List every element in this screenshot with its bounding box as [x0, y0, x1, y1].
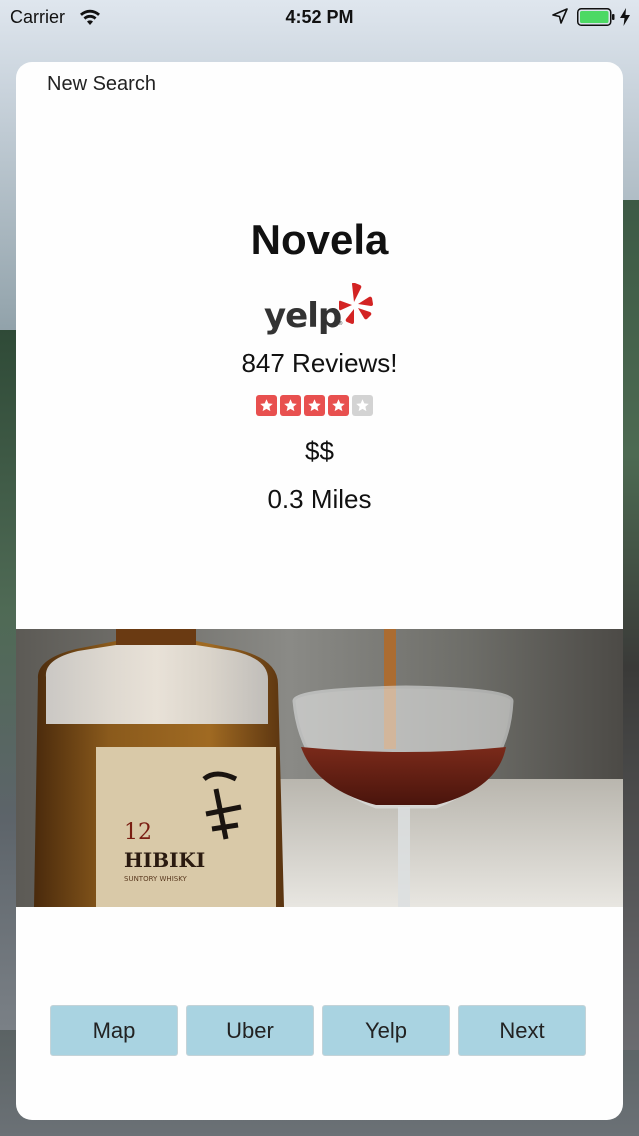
bottle-label-sub: SUNTORY WHISKY — [124, 875, 188, 883]
bottle-label-name: HIBIKI — [124, 848, 205, 872]
star-rating — [256, 395, 373, 416]
star-filled-icon — [280, 395, 301, 416]
result-card: New Search Novela yelp ® 847 Reviews! $$… — [16, 62, 623, 1120]
uber-button[interactable]: Uber — [186, 1005, 314, 1056]
battery-icon — [577, 8, 615, 26]
map-button[interactable]: Map — [50, 1005, 178, 1056]
business-name: Novela — [250, 216, 389, 263]
distance: 0.3 Miles — [267, 484, 372, 514]
action-buttons: Map Uber Yelp Next — [50, 1005, 586, 1056]
yelp-logo-icon: yelp ® — [264, 283, 373, 335]
review-count: 847 Reviews! — [241, 348, 398, 378]
star-filled-icon — [328, 395, 349, 416]
clock: 4:52 PM — [285, 7, 354, 27]
next-button[interactable]: Next — [458, 1005, 586, 1056]
svg-text:yelp: yelp — [264, 296, 341, 335]
star-filled-icon — [256, 395, 277, 416]
yelp-button[interactable]: Yelp — [322, 1005, 450, 1056]
status-bar: Carrier 4:52 PM — [0, 0, 639, 36]
location-arrow-icon — [552, 8, 568, 24]
background-right-edge — [621, 200, 639, 1050]
star-filled-icon — [304, 395, 325, 416]
bottle-label-number: 12 — [124, 820, 152, 845]
new-search-button[interactable]: New Search — [47, 73, 156, 96]
svg-text:®: ® — [338, 320, 343, 327]
star-empty-icon — [352, 395, 373, 416]
charging-bolt-icon — [620, 8, 630, 26]
price-level: $$ — [305, 436, 334, 466]
business-photo: 12 HIBIKI SUNTORY WHISKY — [16, 629, 623, 907]
